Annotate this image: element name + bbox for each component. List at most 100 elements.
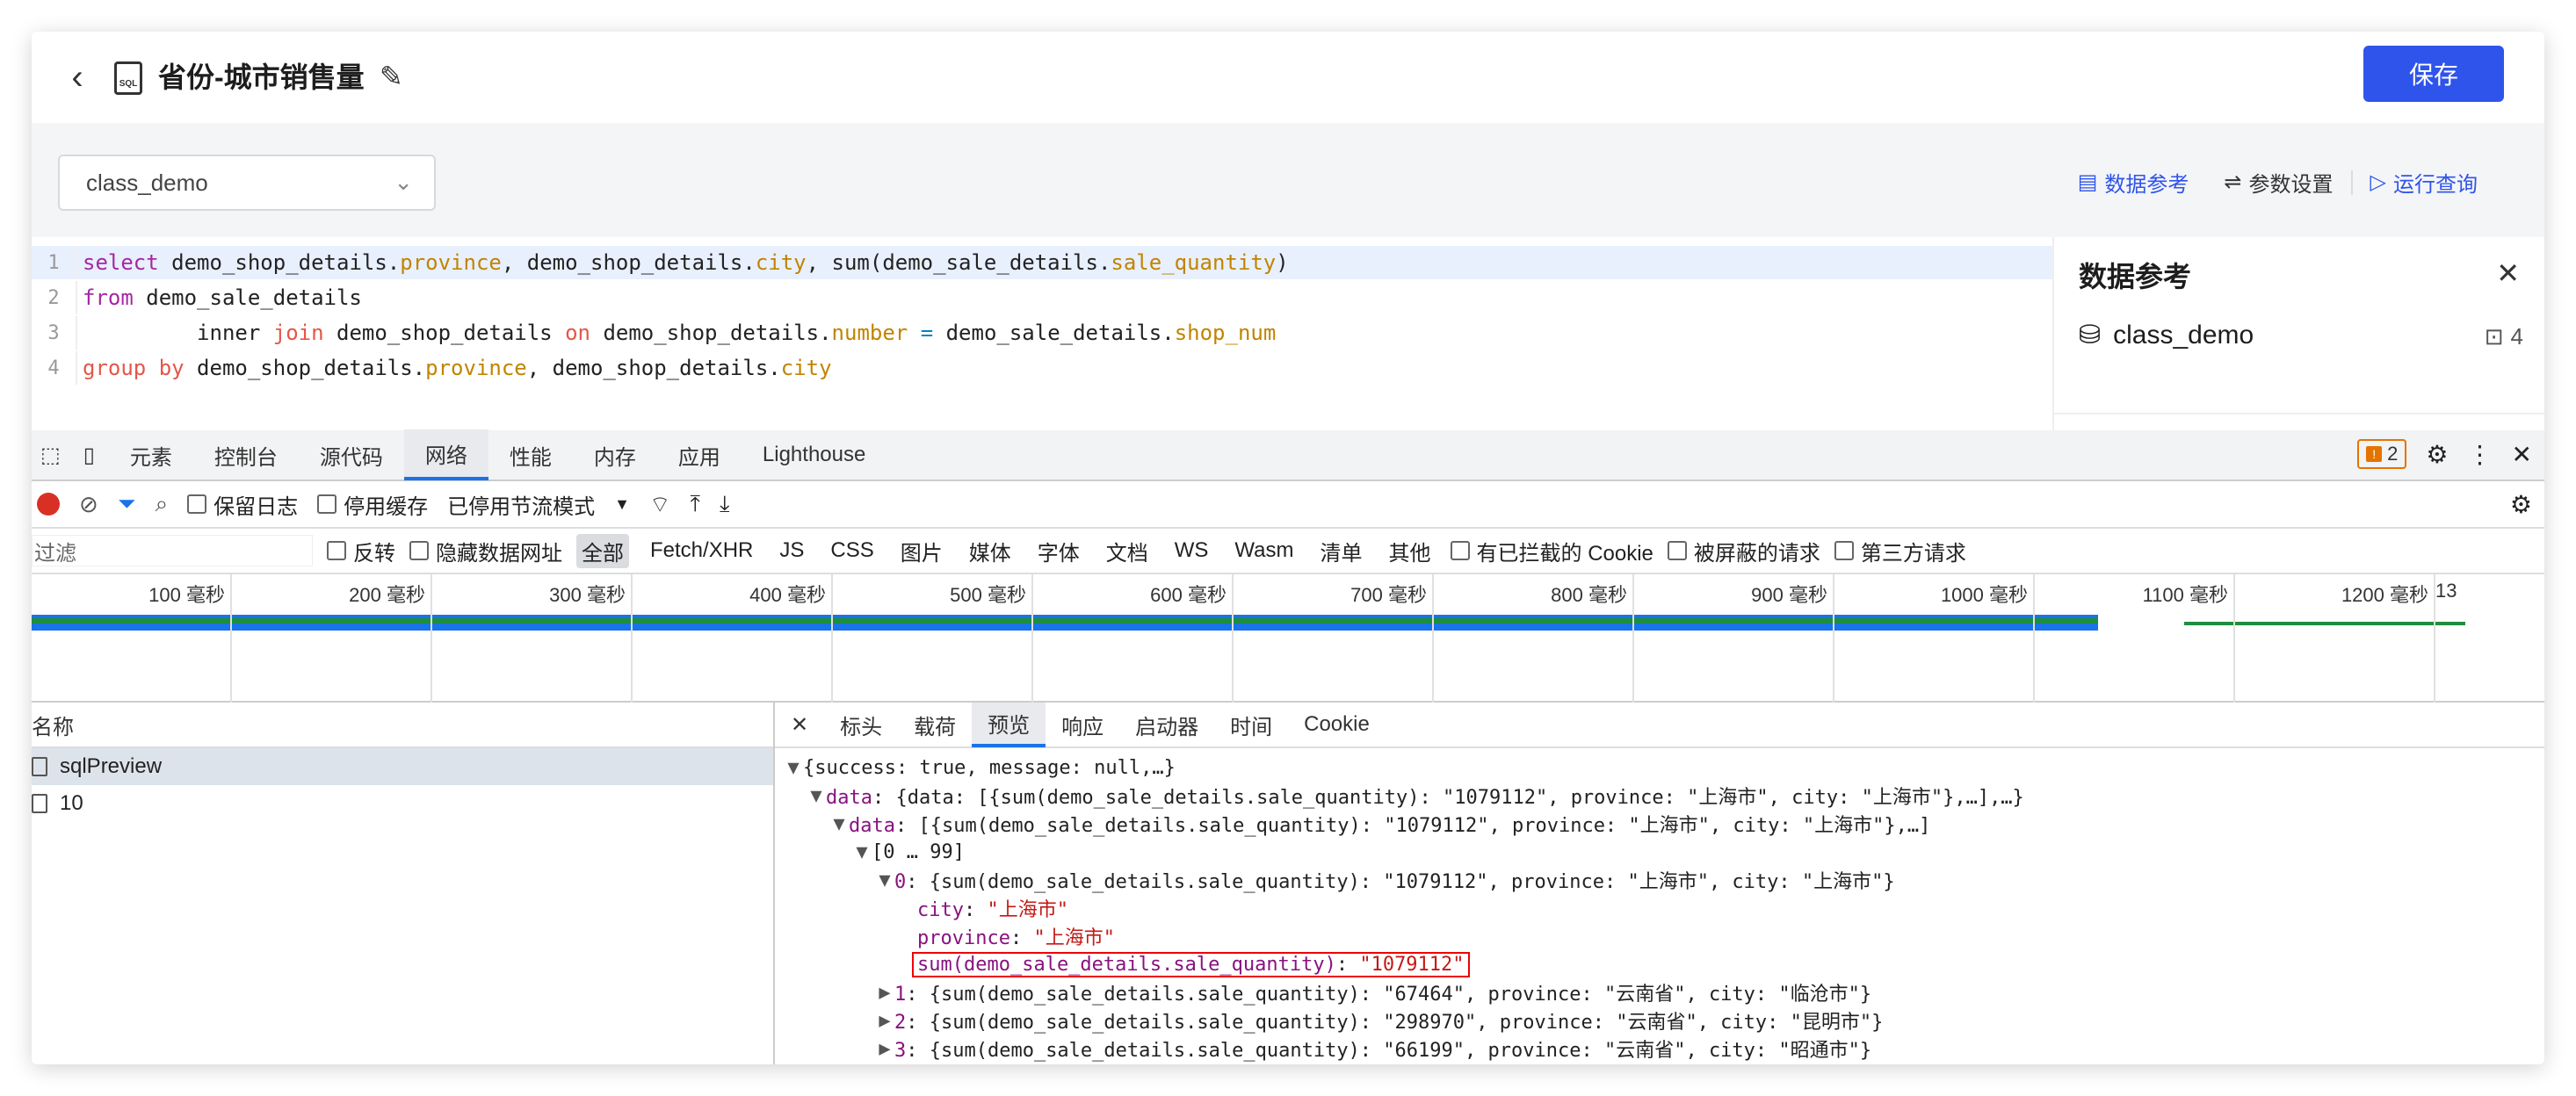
devtools-tab[interactable]: Lighthouse xyxy=(742,429,886,480)
chevron-down-icon: ⌄ xyxy=(394,169,413,195)
expand-triangle-icon[interactable]: ▼ xyxy=(875,869,894,891)
hide-data-urls-checkbox[interactable]: 隐藏数据网址 xyxy=(409,536,562,566)
expand-triangle-icon[interactable]: ▼ xyxy=(784,757,803,779)
blocked-requests-checkbox[interactable]: 被屏蔽的请求 xyxy=(1667,536,1820,566)
inspect-element-icon[interactable]: ⬚ xyxy=(32,429,69,480)
json-entry: province: "上海市" xyxy=(917,922,1115,950)
parameter-settings-button[interactable]: ⇌ 参数设置 xyxy=(2206,167,2350,198)
export-har-icon[interactable]: ⤓ xyxy=(720,490,730,518)
network-toolbar: ⊘ ⏷ ⌕ 保留日志 停用缓存 已停用节流模式 ▼ ⌔ ⤒ ⤓ ⚙ xyxy=(32,481,2544,529)
code-token: sale_quantity xyxy=(1111,250,1277,275)
back-icon[interactable]: ‹ xyxy=(58,58,97,97)
third-party-checkbox[interactable]: 第三方请求 xyxy=(1834,536,1966,566)
details-tab[interactable]: 时间 xyxy=(1214,703,1288,747)
filter-input[interactable]: 过滤 xyxy=(32,535,313,566)
reference-database-name: class_demo xyxy=(2113,320,2254,350)
filter-type-pill[interactable]: JS xyxy=(774,537,809,565)
expand-triangle-icon[interactable]: ▼ xyxy=(829,813,849,835)
code-line[interactable]: 1 select demo_shop_details.province, demo… xyxy=(32,246,2052,279)
throttle-select[interactable]: 已停用节流模式 ▼ xyxy=(447,489,630,520)
details-tab[interactable]: Cookie xyxy=(1288,703,1386,747)
json-line[interactable]: ▼ [0 … 99] xyxy=(775,838,2544,866)
json-line[interactable]: ▼ {success: true, message: null,…} xyxy=(775,754,2544,782)
filter-type-pill[interactable]: 清单 xyxy=(1315,534,1368,568)
name-column-header[interactable]: 名称 xyxy=(32,703,773,748)
filter-type-pill[interactable]: 文档 xyxy=(1101,534,1154,568)
filter-icon[interactable]: ⏷ xyxy=(118,490,136,518)
network-timeline[interactable]: 100 毫秒 200 毫秒 300 毫秒 400 毫秒 500 毫秒 600 毫秒 700 … xyxy=(32,574,2544,703)
database-select[interactable]: class_demo ⌄ xyxy=(58,155,436,211)
more-menu-icon[interactable]: ⋮ xyxy=(2468,440,2493,469)
close-icon[interactable]: ✕ xyxy=(2496,256,2520,290)
network-settings-icon[interactable]: ⚙ xyxy=(2510,490,2532,519)
devtools-tab[interactable]: 网络 xyxy=(403,429,488,480)
data-reference-button[interactable]: ▤ 数据参考 xyxy=(2060,167,2207,198)
json-string: "上海市" xyxy=(987,899,1068,921)
record-icon[interactable] xyxy=(37,493,60,516)
devtools-tab[interactable]: 控制台 xyxy=(193,429,299,480)
json-line[interactable]: ▶ 1: {sum(demo_sale_details.sale_quantity… xyxy=(775,978,2544,1006)
devtools-tab[interactable]: 应用 xyxy=(657,429,742,480)
save-button[interactable]: 保存 xyxy=(2363,46,2504,102)
blocked-cookies-checkbox[interactable]: 有已拦截的 Cookie xyxy=(1450,536,1653,566)
search-icon[interactable]: ⌕ xyxy=(156,490,169,518)
filter-type-pill[interactable]: Wasm xyxy=(1229,537,1299,565)
import-har-icon[interactable]: ⤒ xyxy=(690,490,700,518)
filter-type-pill[interactable]: WS xyxy=(1169,537,1214,565)
filter-type-pill[interactable]: 字体 xyxy=(1032,534,1085,568)
code-token: , demo_shop_details. xyxy=(501,250,756,275)
devtools-tab[interactable]: 性能 xyxy=(488,429,573,480)
filter-type-pill[interactable]: 媒体 xyxy=(964,534,1017,568)
expand-triangle-icon[interactable]: ▶ xyxy=(875,1038,894,1060)
json-line[interactable]: ▼ 0: {sum(demo_sale_details.sale_quantity… xyxy=(775,866,2544,894)
devtools-tab[interactable]: 内存 xyxy=(573,429,657,480)
json-line[interactable]: ▶ 3: {sum(demo_sale_details.sale_quantity… xyxy=(775,1035,2544,1063)
json-line[interactable]: ▶ 2: {sum(demo_sale_details.sale_quantity… xyxy=(775,1006,2544,1035)
devtools-tab[interactable]: 源代码 xyxy=(299,429,404,480)
json-line[interactable]: ▼ data: {data: [{sum(demo_sale_details.sa… xyxy=(775,782,2544,810)
details-tab[interactable]: 标头 xyxy=(824,703,898,747)
code-token: demo_shop_details. xyxy=(184,356,426,380)
disable-cache-checkbox[interactable]: 停用缓存 xyxy=(317,489,428,520)
filter-type-pill[interactable]: 其他 xyxy=(1384,534,1436,568)
panel-divider xyxy=(2054,413,2544,415)
database-select-value: class_demo xyxy=(86,169,208,196)
json-line[interactable]: city: "上海市" xyxy=(775,894,2544,922)
expand-triangle-icon[interactable]: ▼ xyxy=(807,785,826,807)
device-toolbar-icon[interactable]: ▯ xyxy=(69,429,109,480)
details-tab[interactable]: 预览 xyxy=(972,703,1046,747)
code-line[interactable]: 3 inner join demo_shop_details on demo_s… xyxy=(32,316,2052,350)
invert-checkbox[interactable]: 反转 xyxy=(327,536,395,566)
database-icon: ⛁ xyxy=(2079,321,2102,350)
json-line[interactable]: ▼ data: [{sum(demo_sale_details.sale_quan… xyxy=(775,810,2544,838)
run-query-button[interactable]: ▷ 运行查询 xyxy=(2353,167,2495,198)
sql-editor[interactable]: 1 select demo_shop_details.province, demo… xyxy=(32,237,2052,430)
close-devtools-icon[interactable]: ✕ xyxy=(2512,440,2532,469)
filter-type-pill[interactable]: CSS xyxy=(825,537,879,565)
expand-triangle-icon[interactable]: ▶ xyxy=(875,982,894,1004)
expand-triangle-icon[interactable]: ▶ xyxy=(875,1010,894,1032)
details-tab[interactable]: 启动器 xyxy=(1119,703,1214,747)
preserve-log-checkbox[interactable]: 保留日志 xyxy=(187,489,298,520)
close-details-icon[interactable]: ✕ xyxy=(775,703,824,747)
network-conditions-icon[interactable]: ⌔ xyxy=(649,490,670,519)
filter-type-pill[interactable]: 全部 xyxy=(576,533,629,568)
filter-type-pill[interactable]: Fetch/XHR xyxy=(645,537,758,565)
gear-icon[interactable]: ⚙ xyxy=(2426,440,2448,469)
code-line[interactable]: 4 group by demo_shop_details.province, de… xyxy=(32,351,2052,385)
code-line[interactable]: 2 from demo_sale_details xyxy=(32,281,2052,314)
expand-triangle-icon[interactable]: ▼ xyxy=(852,841,872,863)
details-tab[interactable]: 响应 xyxy=(1046,703,1119,747)
edit-title-icon[interactable]: ✎ xyxy=(380,60,403,93)
clear-icon[interactable]: ⊘ xyxy=(79,491,98,518)
json-line[interactable]: sum(demo_sale_details.sale_quantity): "1… xyxy=(775,950,2544,978)
issues-badge[interactable]: ! 2 xyxy=(2357,439,2407,469)
request-row[interactable]: sqlPreview xyxy=(32,748,773,785)
request-row[interactable]: 10 xyxy=(32,785,773,822)
reference-database[interactable]: ⛁ class_demo xyxy=(2079,320,2254,350)
filter-type-pill[interactable]: 图片 xyxy=(895,534,948,568)
details-tab[interactable]: 载荷 xyxy=(898,703,972,747)
code-token: demo_sale_details. xyxy=(933,321,1175,345)
json-line[interactable]: province: "上海市" xyxy=(775,922,2544,950)
devtools-tab[interactable]: 元素 xyxy=(109,429,193,480)
